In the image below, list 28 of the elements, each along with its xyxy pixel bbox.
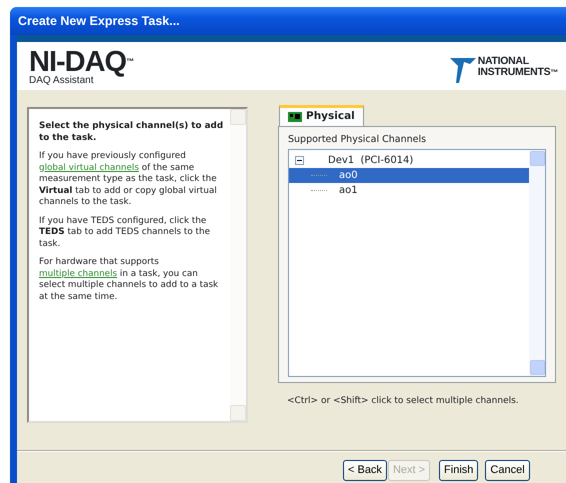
scroll-down-button[interactable]	[530, 360, 545, 376]
scroll-up-button[interactable]	[530, 151, 545, 166]
hint-text: <Ctrl> or <Shift> click to select multiple channels.	[287, 395, 519, 408]
expander-icon[interactable]	[295, 156, 304, 166]
scroll-down-button[interactable]	[230, 405, 246, 421]
tree-item[interactable]: ao0	[289, 168, 529, 184]
board-icon	[288, 112, 302, 122]
help-link[interactable]: global virtual channels	[39, 162, 139, 172]
help-heading: Select the physical channel(s) to add to the task.	[39, 121, 224, 144]
help-paragraph: For hardware that supports multiple channels in a task, you can select multiple channels to add to a task at the same time.	[39, 257, 220, 303]
eagle-logo-icon	[450, 56, 476, 84]
tree-item[interactable]: Dev1 (PCI-6014)	[289, 153, 529, 168]
scroll-up-button[interactable]	[230, 109, 246, 125]
product-logo: NI-DAQ™	[29, 48, 134, 76]
help-paragraph: If you have TEDS configured, click the TEDS tab to add TEDS channels to the task.	[39, 216, 211, 250]
help-paragraph: If you have previously configured global virtual channels of the same measurement type as the task, click the Virtual tab to add or copy global virtual channels to the task.	[39, 151, 218, 208]
tab[interactable]: Physical	[279, 105, 364, 126]
wizard-button[interactable]: < Back	[343, 460, 387, 481]
help-link[interactable]: multiple channels	[39, 268, 118, 278]
vendor-logo: NATIONAL INSTRUMENTS™	[478, 56, 558, 78]
wizard-button[interactable]: Finish	[439, 460, 478, 481]
tree-connector-icon	[311, 175, 327, 176]
wizard-button[interactable]: Cancel	[485, 460, 530, 481]
window-title: Create New Express Task...	[18, 12, 180, 30]
channels-label: Supported Physical Channels	[288, 133, 428, 147]
product-subtitle: DAQ Assistant	[29, 76, 94, 86]
tree-connector-icon	[311, 190, 327, 192]
tree-item[interactable]: ao1	[289, 183, 529, 198]
